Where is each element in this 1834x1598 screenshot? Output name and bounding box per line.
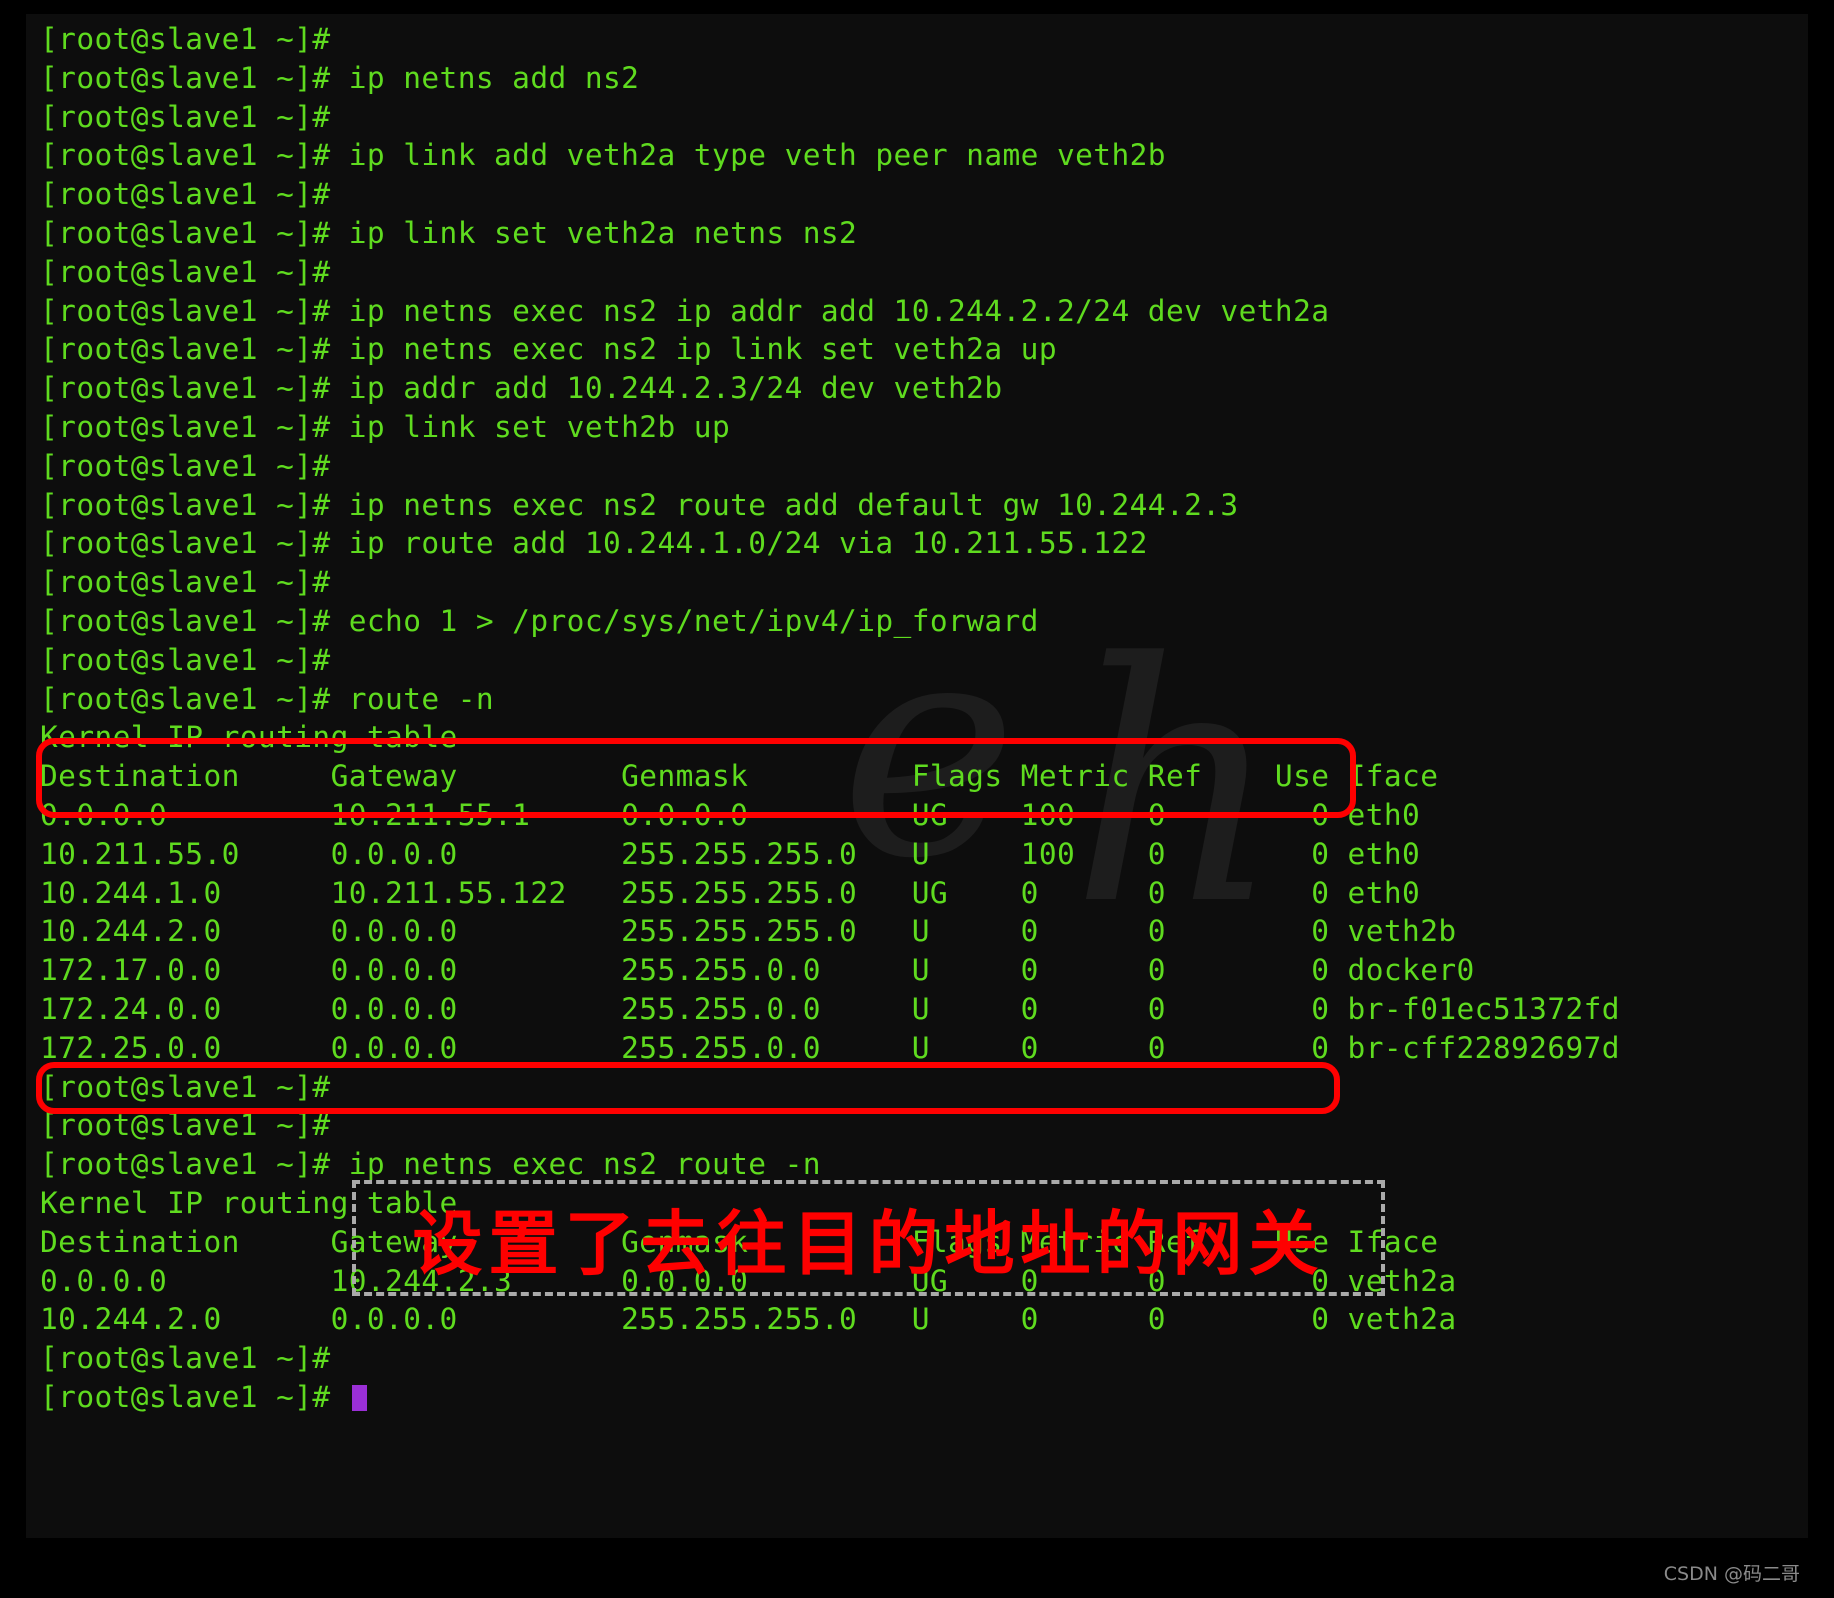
terminal-prompt-line: [root@slave1 ~]# ip link set veth2b up (40, 409, 731, 444)
terminal-output-area[interactable]: [root@slave1 ~]# [root@slave1 ~]# ip net… (40, 20, 1804, 1568)
terminal-output-line: 172.24.0.0 0.0.0.0 255.255.0.0 U 0 0 0 b… (40, 991, 1620, 1026)
terminal-prompt-line: [root@slave1 ~]# (40, 22, 349, 56)
terminal-prompt-line: [root@slave1 ~]# ip link set veth2a netn… (40, 215, 858, 250)
window-frame-right (1808, 0, 1834, 1598)
terminal-prompt-line: [root@slave1 ~]# (40, 1341, 349, 1376)
terminal-prompt-line: [root@slave1 ~]# ip netns exec ns2 ip ad… (40, 293, 1330, 328)
terminal-prompt-line: [root@slave1 ~]# ip netns exec ns2 route… (40, 1147, 821, 1182)
terminal-output-line: 172.17.0.0 0.0.0.0 255.255.0.0 U 0 0 0 d… (40, 953, 1475, 988)
terminal-prompt-line: [root@slave1 ~]# (40, 642, 349, 677)
terminal-prompt-line: [root@slave1 ~]# ip netns exec ns2 route… (40, 487, 1239, 522)
terminal-output-line: 172.25.0.0 0.0.0.0 255.255.0.0 U 0 0 0 b… (40, 1030, 1620, 1065)
terminal-output-line: 10.211.55.0 0.0.0.0 255.255.255.0 U 100 … (40, 836, 1421, 871)
annotation-box: 设置了去往目的地址的网关 (352, 1180, 1385, 1296)
terminal-output-line: 10.244.2.0 0.0.0.0 255.255.255.0 U 0 0 0… (40, 1302, 1457, 1337)
terminal-output-line: 10.244.1.0 10.211.55.122 255.255.255.0 U… (40, 875, 1421, 910)
window-frame-left (0, 0, 26, 1598)
terminal-prompt-line: [root@slave1 ~]# ip netns exec ns2 ip li… (40, 332, 1057, 367)
terminal-prompt-line: [root@slave1 ~]# echo 1 > /proc/sys/net/… (40, 603, 1039, 638)
annotation-text: 设置了去往目的地址的网关 (412, 1202, 1325, 1285)
window-frame-top (0, 0, 1834, 14)
terminal-prompt-line: [root@slave1 ~]# ip addr add 10.244.2.3/… (40, 371, 1003, 406)
terminal-prompt-line: [root@slave1 ~]# (40, 254, 349, 289)
terminal-prompt-line: [root@slave1 ~]# (40, 565, 349, 600)
terminal-prompt-line: [root@slave1 ~]# (40, 448, 349, 483)
terminal-prompt-line: [root@slave1 ~]# (40, 177, 349, 212)
terminal-prompt-line: [root@slave1 ~]# route -n (40, 681, 495, 716)
terminal-output-line: 10.244.2.0 0.0.0.0 255.255.255.0 U 0 0 0… (40, 914, 1457, 949)
terminal-prompt-line: [root@slave1 ~]# (40, 1108, 349, 1143)
terminal-prompt-line: [root@slave1 ~]# (40, 1069, 349, 1104)
terminal-output-line: Kernel IP routing table (40, 720, 458, 755)
terminal-window: e h [root@slave1 ~]# [root@slave1 ~]# ip… (0, 0, 1834, 1598)
terminal-prompt-line: [root@slave1 ~]# ip route add 10.244.1.0… (40, 526, 1148, 561)
terminal-prompt-line: [root@slave1 ~]# (40, 1378, 1804, 1417)
terminal-output-line: 0.0.0.0 10.211.55.1 0.0.0.0 UG 100 0 0 e… (40, 797, 1421, 832)
terminal-output-line: Destination Gateway Genmask Flags Metric… (40, 759, 1439, 794)
terminal-prompt-line: [root@slave1 ~]# (40, 99, 349, 134)
terminal-prompt-line: [root@slave1 ~]# ip netns add ns2 (40, 60, 640, 95)
terminal-cursor (351, 1384, 367, 1411)
terminal-prompt-line: [root@slave1 ~]# ip link add veth2a type… (40, 138, 1166, 173)
csdn-watermark: CSDN @码二哥 (1663, 1563, 1800, 1585)
